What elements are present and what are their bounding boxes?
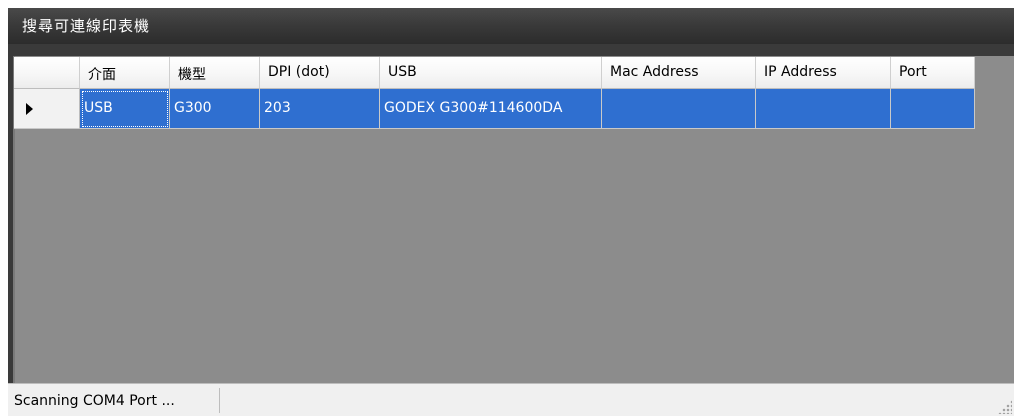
status-text: Scanning COM4 Port ... bbox=[10, 388, 220, 413]
column-header-usb[interactable]: USB bbox=[380, 57, 602, 89]
cell-port[interactable] bbox=[891, 89, 975, 129]
column-header-model[interactable]: 機型 bbox=[170, 57, 260, 89]
current-row-arrow-icon bbox=[26, 103, 33, 115]
column-header-ip-address[interactable]: IP Address bbox=[756, 57, 891, 89]
column-header-interface[interactable]: 介面 bbox=[80, 57, 170, 89]
printer-search-window: 搜尋可連線印表機 介面 機型 DPI (dot) USB Mac Address… bbox=[0, 0, 1014, 416]
cell-mac-address[interactable] bbox=[602, 89, 756, 129]
column-header-dpi[interactable]: DPI (dot) bbox=[260, 57, 380, 89]
window-title: 搜尋可連線印表機 bbox=[22, 17, 151, 35]
table-row[interactable]: USB G300 203 GODEX G300#114600DA bbox=[14, 89, 975, 129]
cell-interface[interactable]: USB bbox=[80, 89, 170, 129]
status-bar: Scanning COM4 Port ... bbox=[8, 383, 1014, 416]
cell-model[interactable]: G300 bbox=[170, 89, 260, 129]
cell-usb[interactable]: GODEX G300#114600DA bbox=[380, 89, 602, 129]
cell-ip-address[interactable] bbox=[756, 89, 891, 129]
row-header-corner[interactable] bbox=[14, 57, 80, 89]
grid-header: 介面 機型 DPI (dot) USB Mac Address IP Addre… bbox=[14, 57, 975, 89]
column-header-port[interactable]: Port bbox=[891, 57, 975, 89]
cell-dpi[interactable]: 203 bbox=[260, 89, 380, 129]
row-header[interactable] bbox=[14, 89, 80, 129]
title-bar[interactable]: 搜尋可連線印表機 bbox=[8, 8, 1014, 44]
column-header-mac-address[interactable]: Mac Address bbox=[602, 57, 756, 89]
resize-grip-icon[interactable] bbox=[998, 400, 1012, 414]
